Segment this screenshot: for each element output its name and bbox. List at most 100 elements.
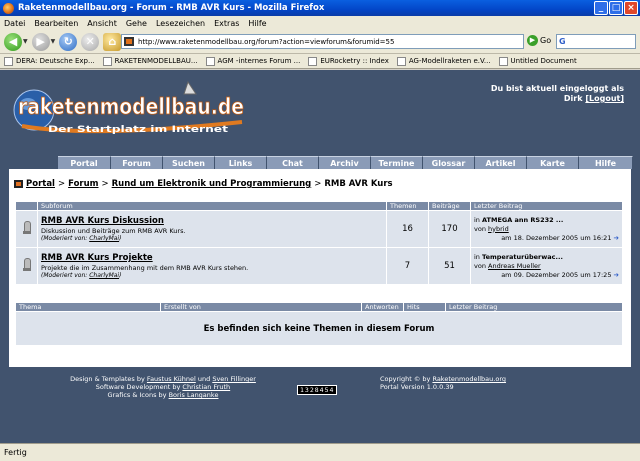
- forward-dropdown-icon[interactable]: ▼: [51, 38, 56, 45]
- subforum-description: Diskussion und Beiträge zum RMB AVR Kurs…: [41, 227, 186, 235]
- breadcrumb-separator: >: [101, 179, 109, 189]
- login-username: Dirk: [563, 94, 583, 103]
- credit-link[interactable]: Christian Fruth: [182, 383, 230, 391]
- rocket-icon: [23, 258, 31, 272]
- last-post-cell: in Temperaturüberwac... von Andreas Muel…: [470, 247, 623, 285]
- moderator-link[interactable]: CharlyMai: [89, 272, 119, 279]
- themen-count: 16: [386, 210, 429, 248]
- firefox-icon: [3, 2, 14, 14]
- menu-ansicht[interactable]: Ansicht: [87, 19, 117, 28]
- site-logo[interactable]: raketenmodellbau.de Der Startplatz im In…: [12, 76, 252, 146]
- credit-link[interactable]: Boris Langanke: [169, 391, 219, 399]
- last-post-title[interactable]: Temperaturüberwac...: [482, 253, 563, 261]
- maximize-button[interactable]: □: [609, 1, 623, 15]
- breadcrumb-forum[interactable]: Forum: [68, 179, 98, 189]
- copyright-link[interactable]: Raketenmodellbau.org: [432, 375, 506, 383]
- tab-artikel[interactable]: Artikel: [475, 156, 527, 169]
- moderator-link[interactable]: CharlyMai: [89, 235, 119, 242]
- go-to-post-icon[interactable]: ➔: [614, 271, 619, 279]
- go-to-post-icon[interactable]: ➔: [614, 234, 619, 242]
- close-button[interactable]: ×: [624, 1, 638, 15]
- subforum-link[interactable]: RMB AVR Kurs Projekte: [41, 253, 153, 263]
- beitraege-count: 170: [428, 210, 471, 248]
- bookmark-icon: [102, 56, 112, 66]
- menu-datei[interactable]: Datei: [4, 19, 25, 28]
- bookmark-icon: [308, 56, 318, 66]
- logo-tagline: Der Startplatz im Internet: [48, 125, 229, 135]
- header-thread-last-post: Letzter Beitrag: [445, 302, 623, 312]
- subforum-moderator: (Moderiert von: CharlyMai): [41, 272, 122, 279]
- go-label: Go: [540, 36, 552, 45]
- logout-link[interactable]: [Logout]: [585, 94, 624, 103]
- home-button[interactable]: ⌂: [103, 32, 122, 51]
- menu-extras[interactable]: Extras: [214, 19, 239, 28]
- tab-suchen[interactable]: Suchen: [163, 156, 215, 169]
- portal-version: Portal Version 1.0.0.39: [380, 383, 454, 391]
- navigation-toolbar: ◀ ▼ ▶ ▼ ↻ ✕ ⌂ http://www.raketenmodellba…: [0, 30, 640, 54]
- reload-button[interactable]: ↻: [59, 32, 78, 51]
- bookmark-item[interactable]: EURocketry :: Index: [308, 56, 389, 66]
- url-text[interactable]: http://www.raketenmodellbau.org/forum?ac…: [138, 38, 394, 46]
- empty-forum-message: Es befinden sich keine Themen in diesem …: [15, 311, 623, 346]
- last-post-user[interactable]: Andreas Mueller: [488, 262, 541, 270]
- minimize-button[interactable]: _: [594, 1, 608, 15]
- subforum-link[interactable]: RMB AVR Kurs Diskussion: [41, 216, 164, 226]
- subforum-name-cell: RMB AVR Kurs Projekte Projekte die im Zu…: [37, 247, 387, 285]
- back-button[interactable]: ◀: [4, 32, 22, 51]
- breadcrumb-home-icon: [14, 180, 23, 188]
- bookmark-icon: [498, 56, 508, 66]
- stop-button[interactable]: ✕: [81, 32, 100, 51]
- logo-text: raketenmodellbau.de: [18, 95, 244, 120]
- header-erstellt: Erstellt von: [160, 302, 362, 312]
- bookmark-item[interactable]: Untitled Document: [498, 56, 577, 66]
- breadcrumb-separator: >: [314, 179, 322, 189]
- tab-glossar[interactable]: Glossar: [423, 156, 475, 169]
- url-bar[interactable]: http://www.raketenmodellbau.org/forum?ac…: [121, 34, 524, 49]
- header-antworten: Antworten: [361, 302, 404, 312]
- menu-gehe[interactable]: Gehe: [126, 19, 147, 28]
- breadcrumb-current: RMB AVR Kurs: [324, 179, 393, 189]
- last-post-title[interactable]: ATMEGA ann RS232 ...: [482, 216, 563, 224]
- menu-hilfe[interactable]: Hilfe: [248, 19, 266, 28]
- bookmark-icon: [205, 56, 215, 66]
- forward-button[interactable]: ▶: [31, 32, 50, 51]
- credit-link[interactable]: Faustus Kühnel: [147, 375, 196, 383]
- main-nav: Portal Forum Suchen Links Chat Archiv Te…: [58, 156, 633, 169]
- bookmark-item[interactable]: RAKETENMODELLBAU...: [102, 56, 198, 66]
- tab-karte[interactable]: Karte: [527, 156, 579, 169]
- bookmarks-toolbar: DERA: Deutsche Exp... RAKETENMODELLBAU..…: [0, 54, 640, 69]
- breadcrumb-category[interactable]: Rund um Elektronik und Programmierung: [112, 179, 312, 189]
- status-bar: Fertig: [0, 443, 640, 461]
- site-favicon: [124, 37, 134, 46]
- tab-hilfe[interactable]: Hilfe: [579, 156, 633, 169]
- subforum-description: Projekte die im Zusammenhang mit dem RMB…: [41, 264, 249, 272]
- bookmark-item[interactable]: AGM -internes Forum ...: [205, 56, 300, 66]
- tab-archiv[interactable]: Archiv: [319, 156, 371, 169]
- tab-forum[interactable]: Forum: [111, 156, 163, 169]
- page-viewport: raketenmodellbau.de Der Startplatz im In…: [0, 70, 640, 443]
- subforum-name-cell: RMB AVR Kurs Diskussion Diskussion und B…: [37, 210, 387, 248]
- tab-links[interactable]: Links: [215, 156, 267, 169]
- tab-termine[interactable]: Termine: [371, 156, 423, 169]
- bookmark-item[interactable]: DERA: Deutsche Exp...: [4, 56, 95, 66]
- menu-bar: Datei Bearbeiten Ansicht Gehe Lesezeiche…: [0, 16, 640, 30]
- last-post-date: am 09. Dezember 2005 um 17:25: [501, 270, 612, 279]
- header-themen: Themen: [386, 201, 429, 211]
- go-button[interactable]: ▶ Go: [527, 35, 551, 46]
- last-post-user[interactable]: hybrid: [488, 225, 509, 233]
- subforum-moderator: (Moderiert von: CharlyMai): [41, 235, 122, 242]
- header-icon-col: [15, 201, 38, 211]
- breadcrumb-separator: >: [57, 179, 66, 189]
- search-input[interactable]: G: [556, 34, 636, 49]
- menu-lesezeichen[interactable]: Lesezeichen: [156, 19, 205, 28]
- bookmark-icon: [396, 56, 406, 66]
- header-thema: Thema: [15, 302, 161, 312]
- menu-bearbeiten[interactable]: Bearbeiten: [34, 19, 78, 28]
- forum-panel: Portal > Forum > Rund um Elektronik und …: [9, 169, 631, 367]
- bookmark-item[interactable]: AG-Modellraketen e.V...: [396, 56, 491, 66]
- back-dropdown-icon[interactable]: ▼: [23, 38, 28, 45]
- tab-chat[interactable]: Chat: [267, 156, 319, 169]
- credit-link[interactable]: Sven Fillinger: [212, 375, 256, 383]
- tab-portal[interactable]: Portal: [58, 156, 111, 169]
- breadcrumb-portal[interactable]: Portal: [26, 179, 55, 189]
